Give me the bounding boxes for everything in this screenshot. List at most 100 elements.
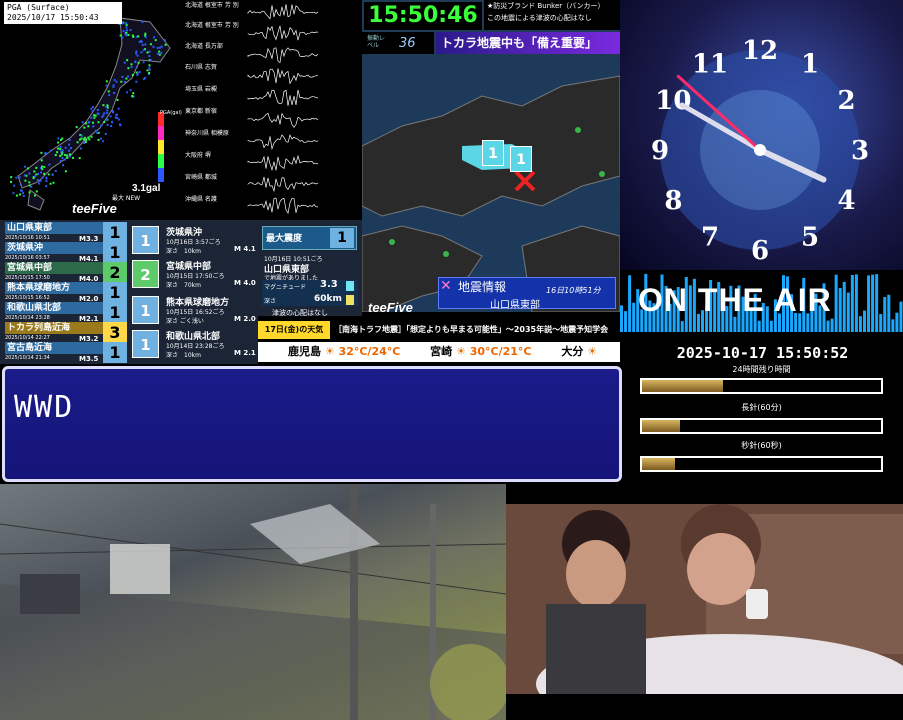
drama-scene xyxy=(506,484,903,720)
audio-bar xyxy=(757,320,761,332)
station-name: 埼玉県 岩槻 xyxy=(185,86,217,93)
audio-bar xyxy=(895,312,899,332)
depth-row xyxy=(262,293,358,306)
datetime-display: 2025-10-17 15:50:52 xyxy=(676,344,849,362)
audio-bar xyxy=(632,302,636,332)
audio-bar xyxy=(838,288,842,332)
list-item: 宮古島近海 2025/10/14 21:34 M3.5 1 xyxy=(3,341,127,364)
audio-bar xyxy=(867,275,871,332)
weather-tag: 17日(金)の天気 xyxy=(258,321,330,339)
station-name: 石川県 志賀 xyxy=(185,64,217,71)
clock-numeral: 7 xyxy=(701,223,719,253)
clock-numeral: 1 xyxy=(801,49,819,79)
audio-bar xyxy=(854,274,858,332)
multiview-screen: PGA (Surface) 2025/10/17 15:50:43 北海道 根室… xyxy=(0,0,903,720)
clock-numeral: 8 xyxy=(664,186,682,216)
station-names: 北海道 根室市 芳 別 北海道 根室市 芳 別 北海道 長万部 石川県 志賀 埼… xyxy=(185,0,245,215)
clock-numeral: 12 xyxy=(742,36,778,66)
drama-video-feed xyxy=(506,484,903,720)
audio-bar xyxy=(834,274,838,332)
audio-bar xyxy=(620,305,623,332)
sponsor-banner: ★防災ブランド Bunker（バンカー） この地震による津波の心配はなし xyxy=(484,0,620,30)
list-item: 1 和歌山県北部 10月14日 23:28ごろ 深さ 10km M 2.1 xyxy=(130,328,257,360)
seismic-traces xyxy=(247,4,319,215)
clock-numeral: 11 xyxy=(692,49,728,79)
station-name: 東京都 新宿 xyxy=(185,108,217,115)
headline-banner: トカラ地震中も「備え重要」 xyxy=(436,32,620,54)
analog-clock-face: 12 12 3 45 6 78 9 1011 xyxy=(651,36,869,266)
progress-label: 24時間残り時間 xyxy=(732,365,791,374)
vibration-level-value: 36 xyxy=(399,36,416,51)
station-name: 北海道 根室市 芳 別 xyxy=(185,22,239,29)
audio-bar xyxy=(871,274,875,332)
clock-numeral: 10 xyxy=(655,86,691,116)
list-item: 2 宮城県中部 10月15日 17:50ごろ 深さ 70km M 4.0 xyxy=(130,258,257,290)
clock-numeral: 6 xyxy=(751,236,769,266)
progress-label: 長針(60分) xyxy=(741,403,782,412)
audio-bar xyxy=(842,281,846,332)
mag-swatch xyxy=(346,281,354,291)
audio-bar xyxy=(899,301,903,332)
audio-bar xyxy=(879,313,883,332)
epicenter-icon: ✕ xyxy=(440,278,452,294)
clock-numeral: 4 xyxy=(838,186,856,216)
clock-panel: 12 1 2 3 4 5 6 7 8 9 10 11 ON THE AIR 2025-10-17 15… xyxy=(620,0,903,482)
text-box-label: WWD xyxy=(14,390,75,425)
audio-bar xyxy=(875,274,879,332)
shindo-marker: 1 xyxy=(482,140,504,166)
progress-bar-day xyxy=(640,378,883,394)
on-air-text: ON THE AIR xyxy=(638,282,832,318)
audio-bar xyxy=(680,321,684,332)
mag-label: マグニチュード xyxy=(264,284,307,291)
audio-bar xyxy=(858,316,862,332)
street-camera-feed xyxy=(0,484,506,720)
progress-bar-second xyxy=(640,456,883,472)
audio-bar xyxy=(887,294,891,332)
quake-list: 山口県東部 2025/10/16 10:51 M3.3 1 茨城県沖 2025/… xyxy=(0,220,128,364)
audio-bar xyxy=(883,297,887,332)
analog-clock: 12 1 2 3 4 5 6 7 8 9 10 11 xyxy=(620,0,903,270)
clock-numeral: 3 xyxy=(851,136,869,166)
pga-unit-label: PGA(gal) xyxy=(160,110,182,116)
digital-clock: 15:50:46 xyxy=(364,2,482,30)
camera-scene xyxy=(0,484,506,720)
quake-info-title: 地震情報 xyxy=(458,280,507,294)
tsunami-note: 津波の心配はなし xyxy=(272,309,328,317)
station-name: 北海道 根室市 芳 別 xyxy=(185,2,239,9)
station-name: 宮崎県 都城 xyxy=(185,174,217,181)
audio-bar xyxy=(863,310,866,332)
depth-label: 深さ xyxy=(264,298,277,305)
audio-bar xyxy=(830,318,834,332)
list-item: 1 熊本県球磨地方 10月15日 16:52ごろ 深さ ごく浅い M 2.0 xyxy=(130,294,257,326)
pga-title: PGA (Surface) 2025/10/17 15:50:43 xyxy=(4,2,122,24)
progress-fill xyxy=(642,380,724,392)
quake-detail-list: 1 茨城県沖 10月16日 3:57ごろ 深さ 10km M 4.1 2 宮城県… xyxy=(128,220,258,364)
epicenter-map xyxy=(362,56,620,312)
audio-bar xyxy=(628,275,632,332)
mag-value: 3.3 xyxy=(320,279,338,290)
text-box xyxy=(2,366,622,482)
audio-bar xyxy=(891,319,895,332)
audio-bar xyxy=(850,274,854,332)
clock-numeral: 2 xyxy=(838,86,856,116)
epicenter-map-panel: 1 1 15:50:46 ★防災ブランド Bunker（バンカー） この地震によ… xyxy=(362,0,620,312)
station-name: 大阪府 堺 xyxy=(185,152,211,159)
clock-numeral: 5 xyxy=(801,223,819,253)
brand-logo: teeFive xyxy=(368,300,413,312)
station-name: 沖縄県 名護 xyxy=(185,196,217,203)
audio-bar xyxy=(769,320,773,332)
vibration-level-label: 振動レベル xyxy=(367,35,386,49)
progress-fill xyxy=(642,458,676,470)
clock-numeral: 9 xyxy=(651,136,669,166)
brand-logo: teeFive xyxy=(72,201,117,216)
clock-center xyxy=(754,144,766,156)
progress-label: 秒針(60秒) xyxy=(741,441,782,450)
progress-fill xyxy=(642,420,681,432)
depth-value: 60km xyxy=(314,294,342,304)
quake-info-area: 山口県東部 xyxy=(490,300,540,311)
station-name: 神奈川県 相模原 xyxy=(185,130,229,137)
audio-bar xyxy=(624,311,628,332)
depth-swatch xyxy=(346,295,354,305)
audio-bar xyxy=(846,292,850,332)
list-item: 1 茨城県沖 10月16日 3:57ごろ 深さ 10km M 4.1 xyxy=(130,224,257,256)
